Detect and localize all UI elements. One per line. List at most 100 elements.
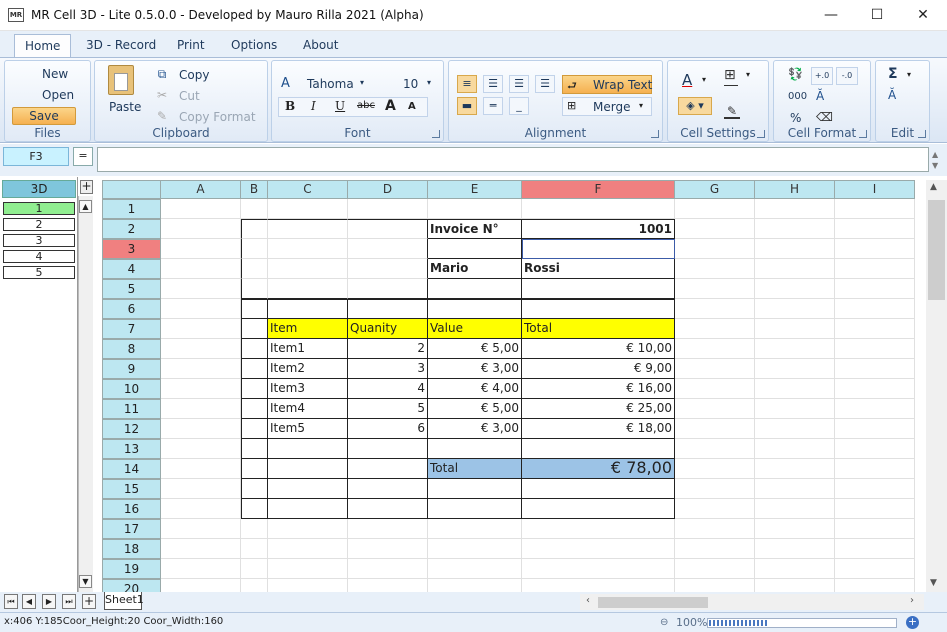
cell-b6[interactable] bbox=[241, 299, 268, 319]
layers-scrollbar[interactable]: ▲ ▼ bbox=[78, 196, 93, 592]
zoom-slider[interactable] bbox=[707, 618, 897, 628]
paste-icon[interactable] bbox=[108, 65, 134, 95]
copy-format-button[interactable]: Copy Format bbox=[179, 110, 256, 124]
alignment-dialog-launcher-icon[interactable] bbox=[651, 130, 659, 138]
cell-b18[interactable] bbox=[241, 539, 268, 559]
cell-d4[interactable] bbox=[348, 259, 428, 279]
cell-f1[interactable] bbox=[522, 199, 675, 219]
cell-h16[interactable] bbox=[755, 499, 835, 519]
layer-item[interactable]: 3 bbox=[3, 234, 75, 247]
cell-c16[interactable] bbox=[268, 499, 348, 519]
cell-g6[interactable] bbox=[675, 299, 755, 319]
underline-button[interactable]: U bbox=[335, 99, 345, 113]
cell-b11[interactable] bbox=[241, 399, 268, 419]
cell-d11[interactable]: 5 bbox=[348, 399, 428, 419]
cell-f19[interactable] bbox=[522, 559, 675, 579]
cell-f4[interactable]: Rossi bbox=[522, 259, 675, 279]
cell-b9[interactable] bbox=[241, 359, 268, 379]
cell-e20[interactable] bbox=[428, 579, 522, 592]
cell-a10[interactable] bbox=[161, 379, 241, 399]
cell-c19[interactable] bbox=[268, 559, 348, 579]
grid-hscroll-thumb[interactable] bbox=[598, 597, 708, 608]
cell-e15[interactable] bbox=[428, 479, 522, 499]
cell-i3[interactable] bbox=[835, 239, 915, 259]
cell-d19[interactable] bbox=[348, 559, 428, 579]
cell-e4[interactable]: Mario bbox=[428, 259, 522, 279]
thousands-button[interactable]: 000 bbox=[788, 91, 807, 102]
cell-d1[interactable] bbox=[348, 199, 428, 219]
edit-dialog-launcher-icon[interactable] bbox=[918, 130, 926, 138]
cell-h1[interactable] bbox=[755, 199, 835, 219]
cell-b3[interactable] bbox=[241, 239, 268, 259]
cell-c7[interactable]: Item bbox=[268, 319, 348, 339]
cell-f18[interactable] bbox=[522, 539, 675, 559]
cell-d7[interactable]: Quanity bbox=[348, 319, 428, 339]
cell-b4[interactable] bbox=[241, 259, 268, 279]
cell-a20[interactable] bbox=[161, 579, 241, 592]
cell-h2[interactable] bbox=[755, 219, 835, 239]
cell-g2[interactable] bbox=[675, 219, 755, 239]
cell-d17[interactable] bbox=[348, 519, 428, 539]
cell-d9[interactable]: 3 bbox=[348, 359, 428, 379]
cell-d18[interactable] bbox=[348, 539, 428, 559]
cell-h12[interactable] bbox=[755, 419, 835, 439]
cell-i4[interactable] bbox=[835, 259, 915, 279]
scroll-up-icon[interactable]: ▲ bbox=[79, 200, 92, 213]
cell-i17[interactable] bbox=[835, 519, 915, 539]
layer-item[interactable]: 5 bbox=[3, 266, 75, 279]
cell-a15[interactable] bbox=[161, 479, 241, 499]
cell-e8[interactable]: € 5,00 bbox=[428, 339, 522, 359]
cell-e2[interactable]: Invoice N° bbox=[428, 219, 522, 239]
cell-e7[interactable]: Value bbox=[428, 319, 522, 339]
line-style-icon[interactable] bbox=[724, 85, 738, 86]
cell-f17[interactable] bbox=[522, 519, 675, 539]
font-size-select[interactable]: 10 bbox=[403, 77, 418, 91]
zoom-in-icon[interactable]: + bbox=[906, 616, 919, 629]
cell-b10[interactable] bbox=[241, 379, 268, 399]
cell-i11[interactable] bbox=[835, 399, 915, 419]
cell-h3[interactable] bbox=[755, 239, 835, 259]
row-header-5[interactable]: 5 bbox=[102, 279, 161, 299]
formula-scroll-up-icon[interactable]: ▲ bbox=[932, 150, 938, 159]
cut-button[interactable]: Cut bbox=[179, 89, 200, 103]
row-header-16[interactable]: 16 bbox=[102, 499, 161, 519]
cell-i9[interactable] bbox=[835, 359, 915, 379]
cell-g14[interactable] bbox=[675, 459, 755, 479]
font-name-select[interactable]: Tahoma bbox=[307, 77, 354, 91]
font-dialog-launcher-icon[interactable] bbox=[432, 130, 440, 138]
cell-c17[interactable] bbox=[268, 519, 348, 539]
cell-c8[interactable]: Item1 bbox=[268, 339, 348, 359]
cell-i6[interactable] bbox=[835, 299, 915, 319]
row-header-11[interactable]: 11 bbox=[102, 399, 161, 419]
cell-i15[interactable] bbox=[835, 479, 915, 499]
bold-button[interactable]: B bbox=[285, 99, 295, 113]
grid-horizontal-scrollbar[interactable]: ‹ › bbox=[580, 594, 924, 610]
cell-b14[interactable] bbox=[241, 459, 268, 479]
cell-d16[interactable] bbox=[348, 499, 428, 519]
cell-f3[interactable] bbox=[522, 239, 675, 259]
row-header-20[interactable]: 20 bbox=[102, 579, 161, 592]
cell-c11[interactable]: Item4 bbox=[268, 399, 348, 419]
tab-options[interactable]: Options bbox=[221, 36, 287, 56]
format-text-icon[interactable]: Ᾰ bbox=[816, 89, 824, 103]
grid-vertical-scrollbar[interactable]: ▲ ▼ bbox=[926, 180, 947, 592]
sum-button[interactable]: Σ bbox=[888, 66, 898, 82]
cell-b5[interactable] bbox=[241, 279, 268, 299]
cell-b7[interactable] bbox=[241, 319, 268, 339]
cell-f15[interactable] bbox=[522, 479, 675, 499]
column-header-f[interactable]: F bbox=[522, 180, 675, 199]
font-name-chevron-icon[interactable]: ▾ bbox=[360, 78, 364, 87]
column-header-e[interactable]: E bbox=[428, 180, 522, 199]
cell-e3[interactable] bbox=[428, 239, 522, 259]
row-header-2[interactable]: 2 bbox=[102, 219, 161, 239]
cell-e1[interactable] bbox=[428, 199, 522, 219]
align-center-icon[interactable]: ☰ bbox=[509, 75, 529, 93]
cell-g3[interactable] bbox=[675, 239, 755, 259]
cell-d13[interactable] bbox=[348, 439, 428, 459]
layer-item[interactable]: 4 bbox=[3, 250, 75, 263]
decrease-decimal-icon[interactable]: -.0 bbox=[836, 67, 858, 85]
open-button[interactable]: Open bbox=[42, 88, 74, 102]
cell-d20[interactable] bbox=[348, 579, 428, 592]
cell-i14[interactable] bbox=[835, 459, 915, 479]
cell-b12[interactable] bbox=[241, 419, 268, 439]
